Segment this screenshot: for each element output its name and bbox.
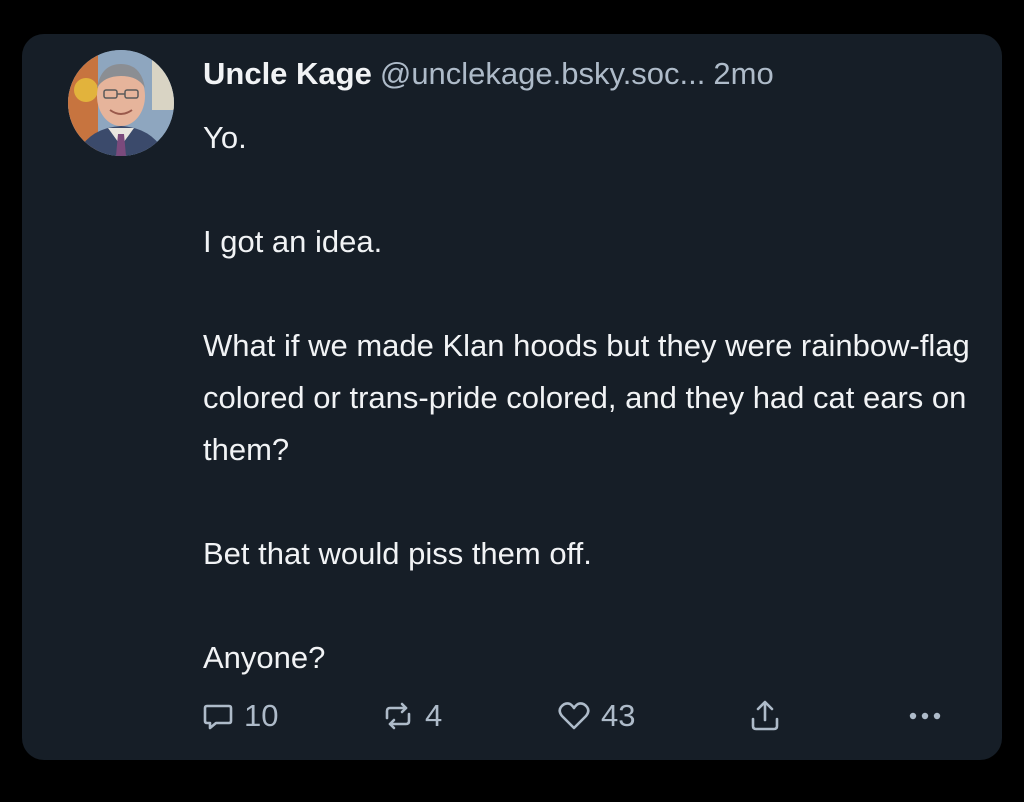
share-button[interactable] xyxy=(748,694,782,738)
repost-arrows-icon xyxy=(381,700,415,732)
post-paragraph: Anyone? xyxy=(203,640,326,675)
repost-count: 4 xyxy=(425,698,443,733)
repost-button[interactable]: 4 xyxy=(381,694,442,738)
reply-button[interactable]: 10 xyxy=(202,694,278,738)
heart-icon xyxy=(557,700,591,732)
post-paragraph: Bet that would piss them off. xyxy=(203,536,592,571)
speech-bubble-icon xyxy=(202,700,234,732)
author-handle[interactable]: @unclekage.bsky.soc... xyxy=(380,56,706,91)
like-count: 43 xyxy=(601,698,636,733)
post-paragraph: What if we made Klan hoods but they were… xyxy=(203,328,970,467)
post-actions: 10 4 43 xyxy=(22,694,1002,738)
author-name[interactable]: Uncle Kage xyxy=(203,56,372,91)
more-dots-icon xyxy=(908,710,942,722)
more-options-button[interactable] xyxy=(908,694,942,738)
post-time[interactable]: 2mo xyxy=(713,56,773,91)
post-paragraph: I got an idea. xyxy=(203,224,383,259)
reply-count: 10 xyxy=(244,698,279,733)
share-upload-icon xyxy=(748,699,782,733)
post-body: Yo. I got an idea. What if we made Klan … xyxy=(203,112,973,684)
post-card[interactable]: Uncle Kage @unclekage.bsky.soc... 2mo Yo. … xyxy=(22,34,1002,760)
post-header: Uncle Kage @unclekage.bsky.soc... 2mo xyxy=(203,54,774,94)
avatar[interactable] xyxy=(68,50,174,156)
like-button[interactable]: 43 xyxy=(557,694,635,738)
post-paragraph: Yo. xyxy=(203,120,247,155)
